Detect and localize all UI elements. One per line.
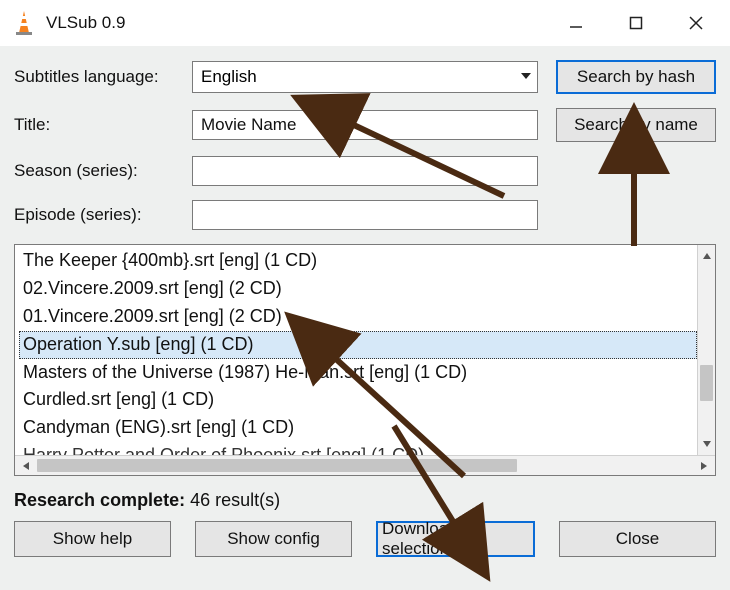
scroll-thumb-vertical[interactable] xyxy=(700,365,713,401)
show-help-button[interactable]: Show help xyxy=(14,521,171,557)
vlsub-window: VLSub 0.9 Subtitles language: English xyxy=(0,0,730,590)
status-label: Research complete: xyxy=(14,490,185,510)
result-item[interactable]: Curdled.srt [eng] (1 CD) xyxy=(19,386,697,414)
vlc-cone-icon xyxy=(10,9,38,37)
horizontal-scrollbar[interactable] xyxy=(15,455,715,475)
episode-label: Episode (series): xyxy=(14,205,192,225)
scroll-right-icon[interactable] xyxy=(693,456,715,476)
vertical-scrollbar[interactable] xyxy=(697,245,715,455)
row-season: Season (series): xyxy=(14,156,716,186)
chevron-down-icon xyxy=(520,67,532,87)
minimize-button[interactable] xyxy=(546,3,606,43)
search-by-name-button[interactable]: Search by name xyxy=(556,108,716,142)
scroll-left-icon[interactable] xyxy=(15,456,37,476)
episode-input[interactable] xyxy=(192,200,538,230)
result-item[interactable]: 02.Vincere.2009.srt [eng] (2 CD) xyxy=(19,275,697,303)
result-item[interactable]: Masters of the Universe (1987) He-Man.sr… xyxy=(19,359,697,387)
result-item[interactable]: The Keeper {400mb}.srt [eng] (1 CD) xyxy=(19,247,697,275)
content-area: Subtitles language: English Search by ha… xyxy=(0,46,730,590)
form: Subtitles language: English Search by ha… xyxy=(14,60,716,230)
result-item[interactable]: Candyman (ENG).srt [eng] (1 CD) xyxy=(19,414,697,442)
season-label: Season (series): xyxy=(14,161,192,181)
results-listbox[interactable]: The Keeper {400mb}.srt [eng] (1 CD)02.Vi… xyxy=(14,244,716,476)
result-item[interactable]: 01.Vincere.2009.srt [eng] (2 CD) xyxy=(19,303,697,331)
row-language: Subtitles language: English Search by ha… xyxy=(14,60,716,94)
language-select[interactable]: English xyxy=(192,61,538,93)
search-by-hash-button[interactable]: Search by hash xyxy=(556,60,716,94)
row-title: Title: Search by name xyxy=(14,108,716,142)
close-button[interactable]: Close xyxy=(559,521,716,557)
show-config-button[interactable]: Show config xyxy=(195,521,352,557)
window-title: VLSub 0.9 xyxy=(46,13,125,33)
scroll-down-icon[interactable] xyxy=(698,433,716,455)
titlebar: VLSub 0.9 xyxy=(0,0,730,46)
language-label: Subtitles language: xyxy=(14,67,192,87)
download-selection-button[interactable]: Download selection xyxy=(376,521,535,557)
status-value: 46 result(s) xyxy=(190,490,280,510)
language-select-value: English xyxy=(201,67,257,87)
row-episode: Episode (series): xyxy=(14,200,716,230)
maximize-button[interactable] xyxy=(606,3,666,43)
close-window-button[interactable] xyxy=(666,3,726,43)
scroll-up-icon[interactable] xyxy=(698,245,716,267)
status-line: Research complete: 46 result(s) xyxy=(14,490,716,511)
footer-buttons: Show help Show config Download selection… xyxy=(14,521,716,557)
title-label: Title: xyxy=(14,115,192,135)
scroll-thumb-horizontal[interactable] xyxy=(37,459,517,472)
season-input[interactable] xyxy=(192,156,538,186)
title-input[interactable] xyxy=(192,110,538,140)
result-item[interactable]: Operation Y.sub [eng] (1 CD) xyxy=(19,331,697,359)
